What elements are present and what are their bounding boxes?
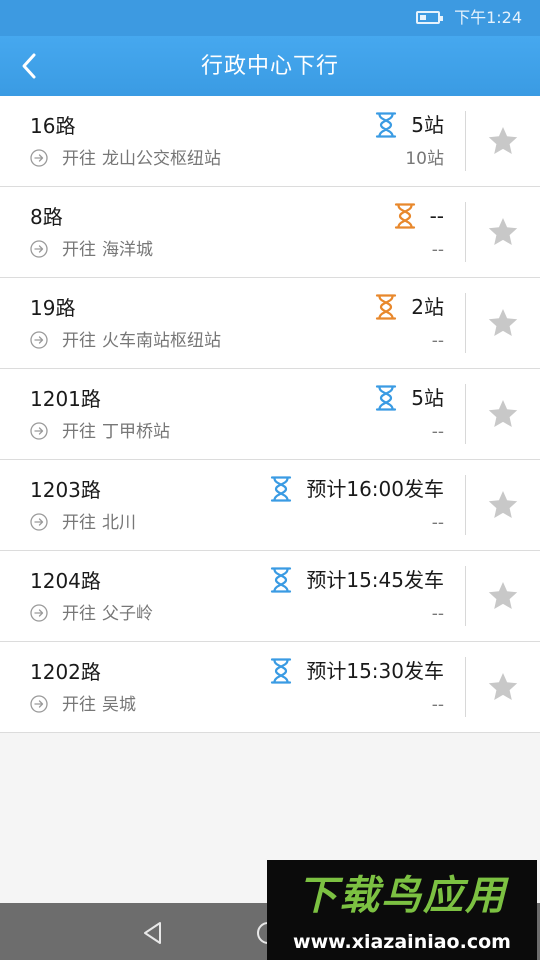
secondary-status: -- xyxy=(431,513,444,533)
secondary-status: 10站 xyxy=(405,149,444,169)
watermark-url: www.xiazainiao.com xyxy=(293,931,511,953)
destination-prefix: 开往 xyxy=(62,240,96,260)
status-bar: 下午1:24 xyxy=(0,0,540,36)
hourglass-orange-icon xyxy=(376,293,397,320)
arrow-circle-icon xyxy=(30,421,48,440)
arrow-circle-icon xyxy=(30,330,48,349)
favorite-star-icon[interactable] xyxy=(486,488,520,522)
page-title: 行政中心下行 xyxy=(200,54,339,79)
favorite-star-icon[interactable] xyxy=(486,124,520,158)
destination-prefix: 开往 xyxy=(62,422,96,442)
watermark: 下载鸟应用 www.xiazainiao.com xyxy=(267,860,537,960)
arrival-text: 2站 xyxy=(411,295,444,319)
route-name: 1201路 xyxy=(30,387,101,411)
route-row[interactable]: 1204路 开往 父子岭 预计15:45发车 -- xyxy=(0,551,540,642)
destination-name: 火车南站枢纽站 xyxy=(102,331,221,351)
arrival-status: 预计15:30发车 xyxy=(270,657,444,685)
hourglass-blue-icon xyxy=(271,475,292,502)
hourglass-blue-icon xyxy=(376,111,397,138)
destination-name: 父子岭 xyxy=(102,604,153,624)
destination-prefix: 开往 xyxy=(62,604,96,624)
route-row[interactable]: 19路 开往 火车南站枢纽站 2站 -- xyxy=(0,278,540,369)
divider xyxy=(465,293,466,353)
route-row[interactable]: 1203路 开往 北川 预计16:00发车 -- xyxy=(0,460,540,551)
destination-name: 丁甲桥站 xyxy=(102,422,170,442)
app-header: 行政中心下行 xyxy=(0,36,540,96)
arrival-status: 5站 xyxy=(375,111,444,139)
route-name: 1203路 xyxy=(30,478,101,502)
arrow-circle-icon xyxy=(30,239,48,258)
route-destination: 开往 海洋城 xyxy=(30,238,153,262)
route-name: 1202路 xyxy=(30,660,101,684)
arrow-circle-icon xyxy=(30,512,48,531)
divider xyxy=(465,111,466,171)
divider xyxy=(465,566,466,626)
hourglass-blue-icon xyxy=(271,566,292,593)
destination-prefix: 开往 xyxy=(62,331,96,351)
hourglass-blue-icon xyxy=(271,657,292,684)
favorite-star-icon[interactable] xyxy=(486,215,520,249)
route-row[interactable]: 1201路 开往 丁甲桥站 5站 -- xyxy=(0,369,540,460)
arrival-status: -- xyxy=(394,202,444,230)
route-destination: 开往 丁甲桥站 xyxy=(30,420,170,444)
destination-name: 吴城 xyxy=(102,695,136,715)
secondary-status: -- xyxy=(431,695,444,715)
favorite-star-icon[interactable] xyxy=(486,670,520,704)
arrival-text: 5站 xyxy=(411,386,444,410)
favorite-star-icon[interactable] xyxy=(486,306,520,340)
destination-prefix: 开往 xyxy=(62,513,96,533)
battery-icon xyxy=(416,11,443,24)
arrival-text: 预计15:45发车 xyxy=(306,568,444,592)
hourglass-blue-icon xyxy=(376,384,397,411)
destination-prefix: 开往 xyxy=(62,149,96,169)
status-time: 下午1:24 xyxy=(454,8,522,27)
route-name: 16路 xyxy=(30,114,76,138)
divider xyxy=(465,657,466,717)
watermark-title: 下载鸟应用 xyxy=(297,873,507,919)
arrival-text: 5站 xyxy=(411,113,444,137)
secondary-status: -- xyxy=(431,240,444,260)
route-row[interactable]: 16路 开往 龙山公交枢纽站 5站 10站 xyxy=(0,96,540,187)
destination-name: 北川 xyxy=(102,513,136,533)
divider xyxy=(465,475,466,535)
arrival-text: -- xyxy=(429,204,444,228)
divider xyxy=(465,384,466,444)
destination-prefix: 开往 xyxy=(62,695,96,715)
secondary-status: -- xyxy=(431,331,444,351)
route-row[interactable]: 1202路 开往 吴城 预计15:30发车 -- xyxy=(0,642,540,733)
hourglass-orange-icon xyxy=(394,202,415,229)
destination-name: 海洋城 xyxy=(102,240,153,260)
route-destination: 开往 父子岭 xyxy=(30,602,153,626)
arrival-status: 5站 xyxy=(375,384,444,412)
divider xyxy=(465,202,466,262)
arrival-text: 预计16:00发车 xyxy=(306,477,444,501)
route-list: 16路 开往 龙山公交枢纽站 5站 10站 8路 开往 海洋城 -- -- 19路 … xyxy=(0,96,540,733)
route-destination: 开往 吴城 xyxy=(30,693,136,717)
arrow-circle-icon xyxy=(30,603,48,622)
secondary-status: -- xyxy=(431,422,444,442)
route-destination: 开往 北川 xyxy=(30,511,136,535)
arrival-status: 预计16:00发车 xyxy=(270,475,444,503)
route-name: 8路 xyxy=(30,205,63,229)
favorite-star-icon[interactable] xyxy=(486,397,520,431)
nav-back-icon[interactable] xyxy=(140,919,168,947)
secondary-status: -- xyxy=(431,604,444,624)
route-name: 1204路 xyxy=(30,569,101,593)
route-destination: 开往 火车南站枢纽站 xyxy=(30,329,221,353)
arrow-circle-icon xyxy=(30,148,48,167)
route-name: 19路 xyxy=(30,296,76,320)
destination-name: 龙山公交枢纽站 xyxy=(102,149,221,169)
route-row[interactable]: 8路 开往 海洋城 -- -- xyxy=(0,187,540,278)
arrival-status: 预计15:45发车 xyxy=(270,566,444,594)
route-destination: 开往 龙山公交枢纽站 xyxy=(30,147,221,171)
arrival-status: 2站 xyxy=(375,293,444,321)
favorite-star-icon[interactable] xyxy=(486,579,520,613)
arrow-circle-icon xyxy=(30,694,48,713)
arrival-text: 预计15:30发车 xyxy=(306,659,444,683)
